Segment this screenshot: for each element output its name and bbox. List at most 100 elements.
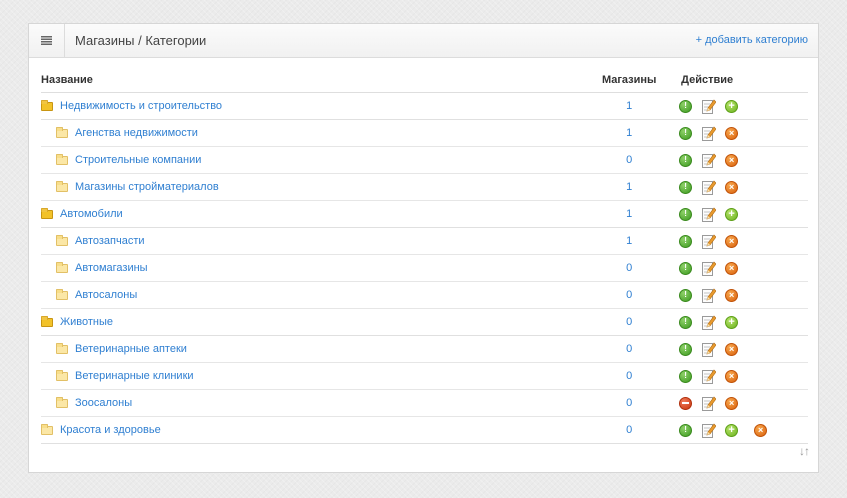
stores-count-cell: 1 — [579, 92, 680, 120]
enabled-toggle-icon[interactable]: ! — [679, 342, 693, 356]
enabled-toggle-icon[interactable]: ! — [679, 153, 693, 167]
edit-icon[interactable] — [702, 369, 717, 384]
stores-count-link[interactable]: 0 — [626, 370, 632, 382]
delete-icon[interactable]: × — [725, 396, 739, 410]
add-subcategory-icon[interactable]: + — [725, 99, 739, 113]
stores-count-cell: 0 — [579, 308, 680, 336]
stores-count-cell: 1 — [579, 227, 680, 255]
category-link[interactable]: Магазины стройматериалов — [75, 181, 219, 193]
edit-icon[interactable] — [702, 180, 717, 195]
actions-cell: ! + × — [679, 416, 808, 444]
edit-icon[interactable] — [702, 207, 717, 222]
table-row: Ветеринарные клиники 0! × — [41, 362, 808, 390]
edit-icon[interactable] — [702, 342, 717, 357]
category-link[interactable]: Красота и здоровье — [60, 424, 161, 436]
category-link[interactable]: Зоосалоны — [75, 397, 132, 409]
stores-count-link[interactable]: 0 — [626, 397, 632, 409]
panel-header: Магазины / Категории + добавить категори… — [29, 24, 818, 58]
edit-icon[interactable] — [702, 234, 717, 249]
edit-icon[interactable] — [702, 423, 717, 438]
category-name-wrap: Строительные компании — [41, 154, 579, 166]
stores-count-link[interactable]: 0 — [626, 262, 632, 274]
column-header-stores[interactable]: Магазины — [579, 68, 680, 93]
delete-icon[interactable]: × — [725, 153, 739, 167]
column-header-name[interactable]: Название — [41, 68, 580, 93]
stores-count-link[interactable]: 1 — [626, 127, 632, 139]
category-name-wrap: Магазины стройматериалов — [41, 181, 579, 193]
sort-icon[interactable]: ↓↑ — [799, 444, 810, 458]
hamburger-icon[interactable] — [29, 24, 65, 57]
stores-count-link[interactable]: 1 — [626, 208, 632, 220]
stores-count-link[interactable]: 1 — [626, 181, 632, 193]
stores-count-link[interactable]: 0 — [626, 154, 632, 166]
edit-icon[interactable] — [702, 99, 717, 114]
edit-icon[interactable] — [702, 153, 717, 168]
row-actions: ! × — [679, 261, 808, 276]
stores-count-cell: 0 — [579, 254, 680, 282]
enabled-toggle-icon[interactable]: ! — [679, 288, 693, 302]
edit-icon[interactable] — [702, 126, 717, 141]
folder-icon — [56, 127, 68, 138]
row-actions: × — [679, 396, 808, 411]
table-row: Автосалоны 0! × — [41, 281, 808, 309]
delete-icon[interactable]: × — [725, 261, 739, 275]
enabled-toggle-icon[interactable]: ! — [679, 423, 693, 437]
disabled-toggle-icon[interactable] — [679, 396, 693, 410]
delete-icon[interactable]: × — [754, 423, 768, 437]
stores-count-cell: 0 — [579, 389, 680, 417]
table-row: Зоосалоны 0 × — [41, 389, 808, 417]
delete-icon[interactable]: × — [725, 180, 739, 194]
stores-count-link[interactable]: 1 — [626, 100, 632, 112]
enabled-toggle-icon[interactable]: ! — [679, 180, 693, 194]
table-row: Животные 0! + — [41, 308, 808, 336]
enabled-toggle-icon[interactable]: ! — [679, 234, 693, 248]
category-name-cell: Агенства недвижимости — [41, 119, 580, 147]
category-name-wrap: Автомобили — [41, 208, 579, 220]
stores-count-link[interactable]: 0 — [626, 289, 632, 301]
enabled-toggle-icon[interactable]: ! — [679, 126, 693, 140]
row-actions: ! × — [679, 288, 808, 303]
category-link[interactable]: Строительные компании — [75, 154, 201, 166]
delete-icon[interactable]: × — [725, 126, 739, 140]
category-link[interactable]: Агенства недвижимости — [75, 127, 198, 139]
enabled-toggle-icon[interactable]: ! — [679, 369, 693, 383]
category-name-wrap: Зоосалоны — [41, 397, 579, 409]
category-link[interactable]: Недвижимость и строительство — [60, 100, 222, 112]
stores-count-link[interactable]: 0 — [626, 343, 632, 355]
category-link[interactable]: Ветеринарные клиники — [75, 370, 194, 382]
delete-icon[interactable]: × — [725, 234, 739, 248]
edit-icon[interactable] — [702, 396, 717, 411]
edit-icon[interactable] — [702, 288, 717, 303]
stores-count-link[interactable]: 1 — [626, 235, 632, 247]
add-subcategory-icon[interactable]: + — [725, 423, 739, 437]
enabled-toggle-icon[interactable]: ! — [679, 207, 693, 221]
actions-cell: ! × — [679, 281, 808, 309]
edit-icon[interactable] — [702, 261, 717, 276]
category-name-cell: Красота и здоровье — [41, 416, 580, 444]
row-actions: ! × — [679, 126, 808, 141]
category-link[interactable]: Автомобили — [60, 208, 123, 220]
category-link[interactable]: Ветеринарные аптеки — [75, 343, 187, 355]
enabled-toggle-icon[interactable]: ! — [679, 315, 693, 329]
row-actions: ! + — [679, 207, 808, 222]
stores-count-link[interactable]: 0 — [626, 424, 632, 436]
add-subcategory-icon[interactable]: + — [725, 207, 739, 221]
delete-icon[interactable]: × — [725, 288, 739, 302]
category-link[interactable]: Животные — [60, 316, 113, 328]
delete-icon[interactable]: × — [725, 342, 739, 356]
enabled-toggle-icon[interactable]: ! — [679, 99, 693, 113]
edit-icon[interactable] — [702, 315, 717, 330]
delete-icon[interactable]: × — [725, 369, 739, 383]
folder-icon — [41, 100, 53, 111]
category-name-cell: Животные — [41, 308, 580, 336]
add-subcategory-icon[interactable]: + — [725, 315, 739, 329]
actions-cell: ! + — [679, 200, 808, 228]
category-link[interactable]: Автосалоны — [75, 289, 137, 301]
category-name-cell: Недвижимость и строительство — [41, 92, 580, 120]
folder-icon — [56, 262, 68, 273]
add-category-link[interactable]: + добавить категорию — [696, 34, 808, 46]
category-link[interactable]: Автомагазины — [75, 262, 148, 274]
enabled-toggle-icon[interactable]: ! — [679, 261, 693, 275]
category-link[interactable]: Автозапчасти — [75, 235, 145, 247]
stores-count-link[interactable]: 0 — [626, 316, 632, 328]
